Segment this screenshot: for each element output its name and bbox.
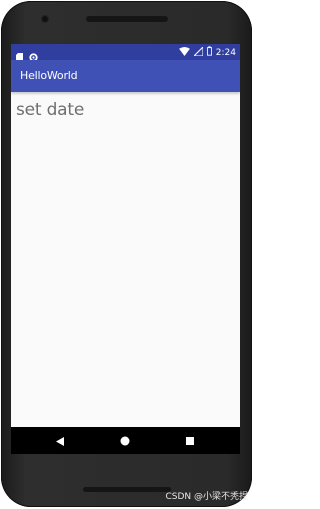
status-bar: 2:24 [11,44,240,62]
top-speaker-grill [86,16,168,22]
home-icon[interactable] [117,433,133,449]
device-screen: 2:24 HelloWorld set date [11,44,240,454]
signal-icon [192,45,204,60]
csdn-watermark: CSDN @小梁不秃捏 [165,492,248,502]
status-bar-right: 2:24 [178,45,236,60]
navigation-bar [11,427,240,454]
device-frame-stage: 2:24 HelloWorld set date CSDN @小梁不秃捏 [0,0,253,509]
status-time: 2:24 [215,48,236,58]
wifi-icon [178,46,190,60]
set-date-text[interactable]: set date [16,100,84,120]
front-camera [41,15,49,23]
app-title: HelloWorld [20,69,78,82]
recents-icon[interactable] [182,433,198,449]
bottom-speaker-grill [83,487,171,492]
back-icon[interactable] [52,433,68,449]
app-bar: HelloWorld [11,60,240,92]
battery-icon [206,46,212,60]
